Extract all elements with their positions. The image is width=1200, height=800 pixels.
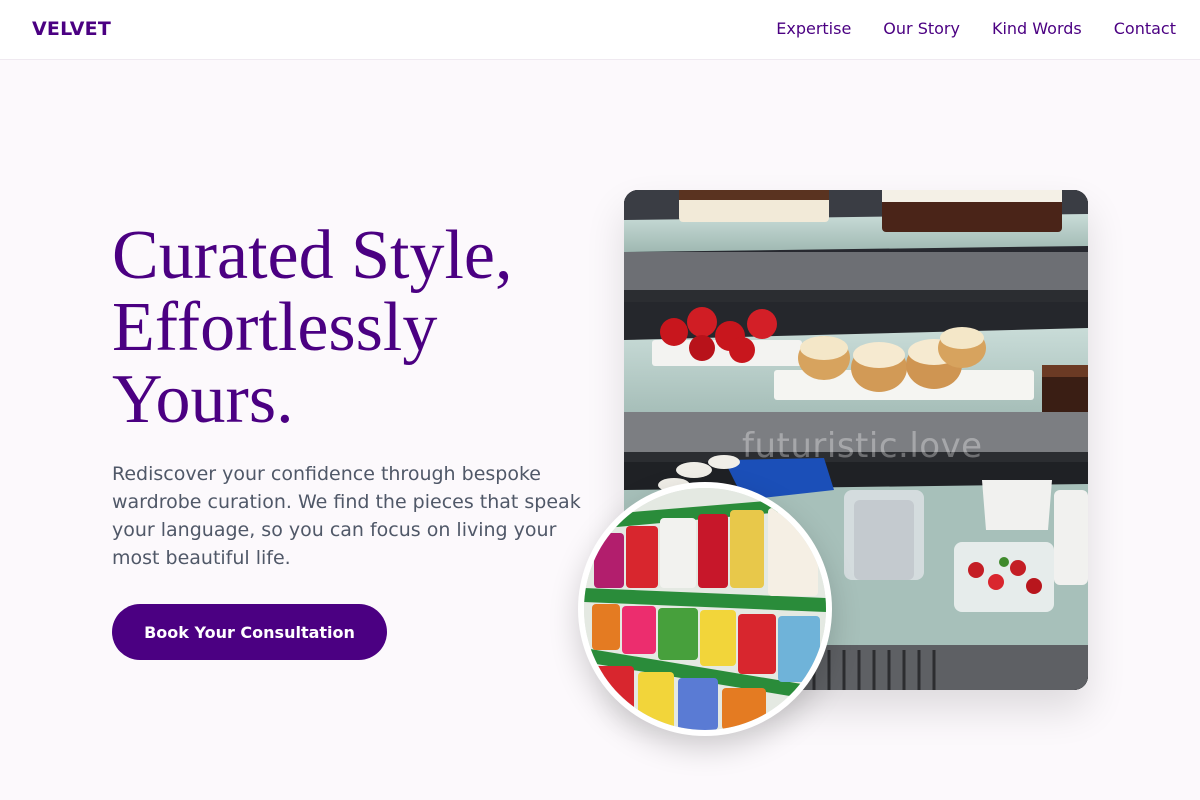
headline-line-2: Effortlessly — [112, 289, 438, 366]
main-nav: Expertise Our Story Kind Words Contact — [776, 19, 1176, 38]
nav-link-our-story[interactable]: Our Story — [883, 19, 960, 38]
candy-shelf-photo — [578, 482, 832, 736]
top-navigation-bar: VELVET Expertise Our Story Kind Words Co… — [0, 0, 1200, 60]
book-consultation-button[interactable]: Book Your Consultation — [112, 604, 387, 660]
headline-line-1: Curated Style, — [112, 217, 513, 294]
hero-headline: Curated Style, Effortlessly Yours. — [112, 220, 592, 436]
candy-shelf-illustration — [584, 488, 826, 730]
nav-link-expertise[interactable]: Expertise — [776, 19, 851, 38]
headline-line-3: Yours. — [112, 361, 294, 438]
nav-link-contact[interactable]: Contact — [1114, 19, 1176, 38]
brand-logo[interactable]: VELVET — [32, 18, 111, 40]
nav-link-kind-words[interactable]: Kind Words — [992, 19, 1082, 38]
hero-subtext: Rediscover your confidence through bespo… — [112, 463, 581, 569]
photo-watermark: futuristic.love — [742, 426, 983, 466]
